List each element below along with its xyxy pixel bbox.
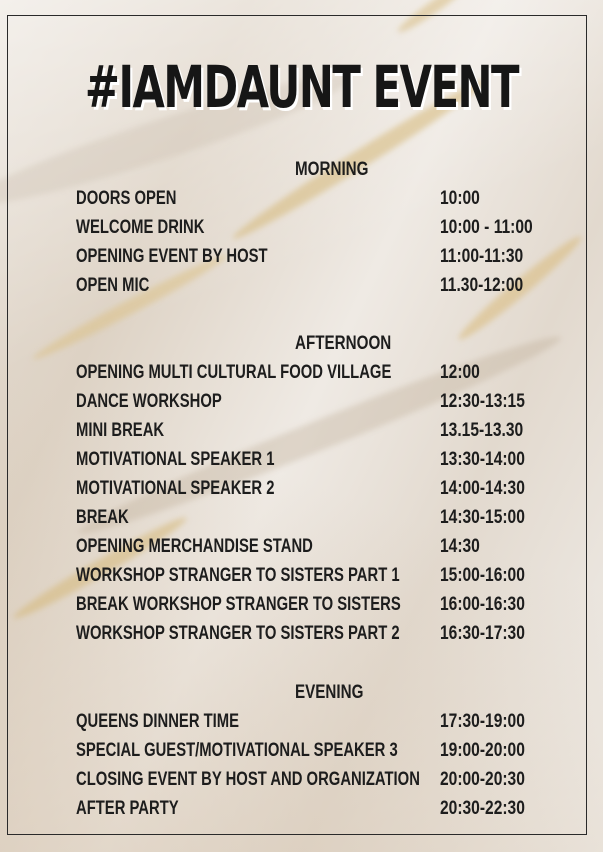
schedule-row: SPECIAL GUEST/MOTIVATIONAL SPEAKER 3 19:… bbox=[0, 741, 603, 767]
schedule-row: AFTER PARTY 20:30-22:30 bbox=[0, 799, 603, 825]
schedule-row: OPEN MIC 11.30-12:00 bbox=[0, 276, 603, 302]
activity-time: 10:00 - 11:00 bbox=[440, 217, 533, 238]
activity-name: MOTIVATIONAL SPEAKER 2 bbox=[76, 478, 275, 499]
activity-name: OPENING MERCHANDISE STAND bbox=[76, 536, 313, 557]
event-poster: #IAMDAUNT EVENT MORNING DOORS OPEN 10:00… bbox=[0, 0, 603, 852]
schedule-row: BREAK 14:30-15:00 bbox=[0, 508, 603, 534]
schedule-row: OPENING MULTI CULTURAL FOOD VILLAGE 12:0… bbox=[0, 363, 603, 389]
schedule-row: QUEENS DINNER TIME 17:30-19:00 bbox=[0, 712, 603, 738]
activity-name: SPECIAL GUEST/MOTIVATIONAL SPEAKER 3 bbox=[76, 740, 398, 761]
schedule-row: DOORS OPEN 10:00 bbox=[0, 189, 603, 215]
schedule-row: MOTIVATIONAL SPEAKER 1 13:30-14:00 bbox=[0, 450, 603, 476]
activity-time: 15:00-16:00 bbox=[440, 565, 525, 586]
schedule-row: WELCOME DRINK 10:00 - 11:00 bbox=[0, 218, 603, 244]
activity-time: 17:30-19:00 bbox=[440, 711, 525, 732]
schedule-row: DANCE WORKSHOP 12:30-13:15 bbox=[0, 392, 603, 418]
activity-time: 20:00-20:30 bbox=[440, 769, 525, 790]
schedule-row: CLOSING EVENT BY HOST AND ORGANIZATION 2… bbox=[0, 770, 603, 796]
section-heading-morning: MORNING bbox=[295, 159, 369, 180]
activity-time: 10:00 bbox=[440, 188, 480, 209]
activity-time: 12:30-13:15 bbox=[440, 391, 525, 412]
activity-name: MOTIVATIONAL SPEAKER 1 bbox=[76, 449, 275, 470]
activity-name: DOORS OPEN bbox=[76, 188, 177, 209]
activity-name: OPENING MULTI CULTURAL FOOD VILLAGE bbox=[76, 362, 392, 383]
schedule-row: MOTIVATIONAL SPEAKER 2 14:00-14:30 bbox=[0, 479, 603, 505]
schedule-row: WORKSHOP STRANGER TO SISTERS PART 2 16:3… bbox=[0, 624, 603, 650]
activity-time: 11:00-11:30 bbox=[440, 246, 524, 267]
activity-name: OPENING EVENT BY HOST bbox=[76, 246, 268, 267]
activity-time: 13:30-14:00 bbox=[440, 449, 525, 470]
activity-time: 16:30-17:30 bbox=[440, 623, 525, 644]
section-heading-afternoon: AFTERNOON bbox=[295, 333, 392, 354]
section-heading-evening: EVENING bbox=[295, 682, 364, 703]
activity-name: CLOSING EVENT BY HOST AND ORGANIZATION bbox=[76, 769, 420, 790]
event-title: #IAMDAUNT EVENT bbox=[84, 53, 520, 121]
schedule-row: MINI BREAK 13.15-13.30 bbox=[0, 421, 603, 447]
activity-time: 19:00-20:00 bbox=[440, 740, 525, 761]
activity-time: 13.15-13.30 bbox=[440, 420, 524, 441]
activity-name: QUEENS DINNER TIME bbox=[76, 711, 240, 732]
activity-time: 14:00-14:30 bbox=[440, 478, 525, 499]
activity-time: 20:30-22:30 bbox=[440, 798, 525, 819]
activity-name: WELCOME DRINK bbox=[76, 217, 205, 238]
activity-time: 14:30-15:00 bbox=[440, 507, 525, 528]
activity-name: WORKSHOP STRANGER TO SISTERS PART 1 bbox=[76, 565, 400, 586]
activity-name: BREAK WORKSHOP STRANGER TO SISTERS bbox=[76, 594, 401, 615]
activity-name: BREAK bbox=[76, 507, 129, 528]
activity-name: DANCE WORKSHOP bbox=[76, 391, 222, 412]
schedule-row: OPENING EVENT BY HOST 11:00-11:30 bbox=[0, 247, 603, 273]
schedule-row: BREAK WORKSHOP STRANGER TO SISTERS 16:00… bbox=[0, 595, 603, 621]
activity-time: 16:00-16:30 bbox=[440, 594, 525, 615]
activity-name: WORKSHOP STRANGER TO SISTERS PART 2 bbox=[76, 623, 400, 644]
activity-time: 11.30-12:00 bbox=[440, 275, 524, 296]
activity-time: 12:00 bbox=[440, 362, 480, 383]
activity-name: AFTER PARTY bbox=[76, 798, 179, 819]
activity-name: OPEN MIC bbox=[76, 275, 150, 296]
activity-name: MINI BREAK bbox=[76, 420, 165, 441]
schedule-row: OPENING MERCHANDISE STAND 14:30 bbox=[0, 537, 603, 563]
activity-time: 14:30 bbox=[440, 536, 480, 557]
schedule-row: WORKSHOP STRANGER TO SISTERS PART 1 15:0… bbox=[0, 566, 603, 592]
